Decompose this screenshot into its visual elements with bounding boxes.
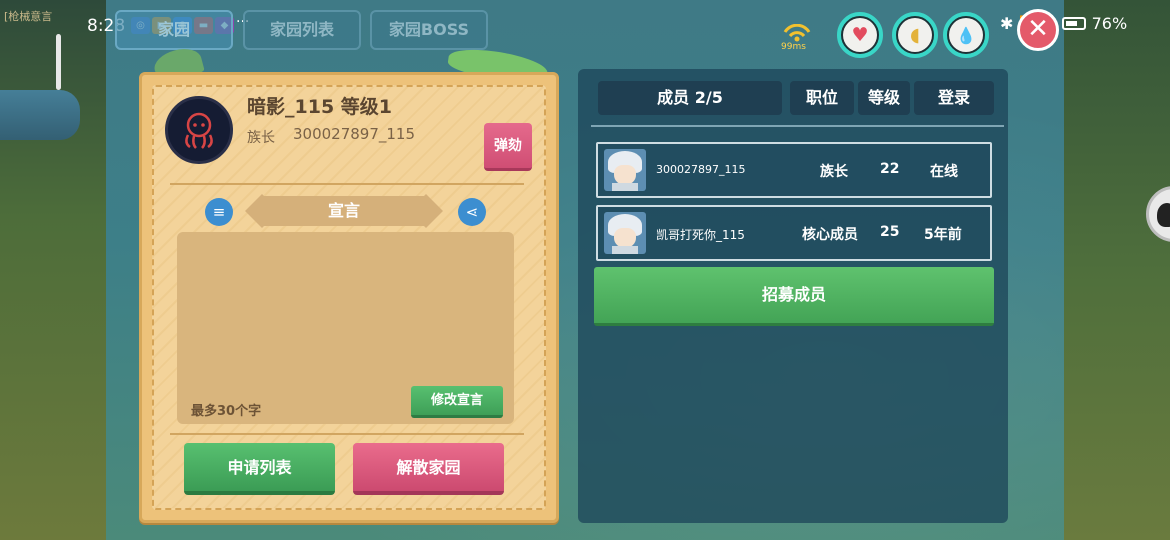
close-icon: ✕ (1027, 14, 1049, 44)
declaration-hint: 最多30个字 (191, 404, 262, 419)
impeach-button[interactable]: 弹劾 (484, 123, 532, 171)
health-gauge[interactable]: ♥ (837, 12, 883, 58)
family-emblem (165, 96, 233, 164)
apply-list-button[interactable]: 申请列表 (184, 443, 335, 495)
member-name: 凯哥打死你_115 (656, 228, 745, 242)
member-login: 5年前 (924, 227, 962, 243)
disband-button[interactable]: 解散家园 (353, 443, 504, 495)
notes-icon[interactable]: ≡ (205, 198, 233, 226)
tab-home-boss[interactable]: 家园BOSS (370, 10, 488, 50)
member-role: 核心成员 (802, 227, 858, 243)
water-drop-icon: 💧 (956, 25, 976, 45)
thirst-gauge[interactable]: 💧 (943, 12, 989, 58)
bluetooth-icon: ✱ (1000, 14, 1014, 33)
avatar (604, 212, 646, 254)
drag-handle[interactable] (56, 34, 61, 90)
position-header[interactable]: 职位 (790, 81, 854, 115)
member-row[interactable]: 凯哥打死你_115 核心成员 25 5年前 (596, 205, 992, 261)
network-signal-icon (783, 24, 811, 42)
close-button[interactable]: ✕ (1017, 9, 1059, 51)
recruit-button[interactable]: 招募成员 (594, 267, 994, 326)
member-level: 25 (880, 224, 900, 240)
header-divider (591, 125, 1004, 127)
login-header[interactable]: 登录 (914, 81, 994, 115)
avatar (604, 149, 646, 191)
tab-home-list[interactable]: 家园列表 (243, 10, 361, 50)
hunger-gauge[interactable]: ◖ (892, 12, 938, 58)
leader-id: 300027897_115 (293, 125, 416, 143)
battery-level: 76% (1091, 14, 1128, 33)
scene-label: [枪械意言 (4, 10, 53, 23)
family-name: 暗影_115 等级1 (247, 96, 392, 118)
declaration-title: 宣言 (262, 196, 426, 226)
member-row[interactable]: 300027897_115 族长 22 在线 (596, 142, 992, 198)
member-name: 300027897_115 (656, 163, 746, 176)
member-count-header: 成员 2/5 (598, 81, 782, 115)
octopus-icon (185, 112, 213, 149)
game-scene-right (1064, 0, 1170, 540)
leader-label: 族长 (247, 130, 275, 146)
game-scene-left: [枪械意言 (0, 0, 106, 540)
edit-declaration-button[interactable]: 修改宣言 (411, 386, 503, 418)
ping-label: 99ms (781, 42, 806, 52)
battery-icon (1061, 17, 1086, 30)
share-icon[interactable]: ⋖ (458, 198, 486, 226)
heart-icon: ♥ (851, 24, 869, 46)
member-role: 族长 (820, 164, 848, 180)
level-header[interactable]: 等级 (858, 81, 910, 115)
member-login: 在线 (930, 164, 958, 180)
tab-home[interactable]: 家园 (115, 10, 233, 50)
scene-platform (0, 90, 80, 140)
stomach-icon: ◖ (909, 24, 920, 46)
divider (170, 433, 524, 435)
divider (170, 183, 524, 185)
member-level: 22 (880, 161, 900, 177)
